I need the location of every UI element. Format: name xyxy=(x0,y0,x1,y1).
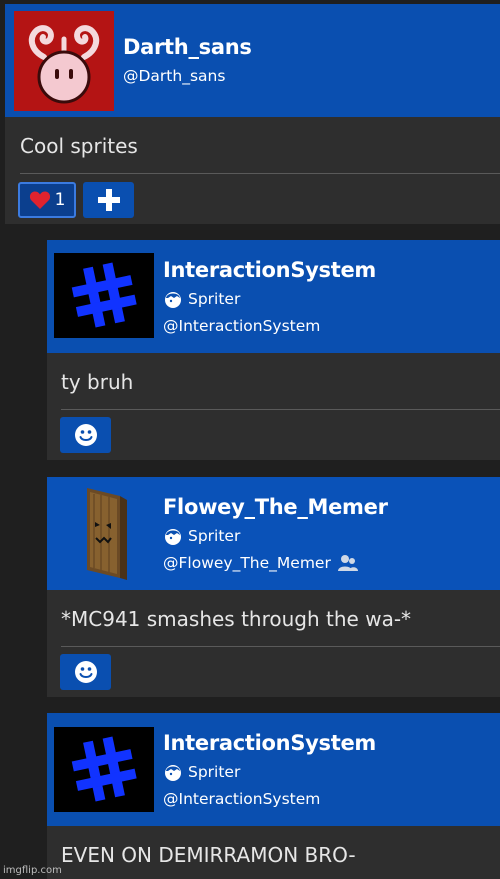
divider xyxy=(20,173,500,174)
post-header: InteractionSystem Spriter @InteractionSy… xyxy=(47,240,500,353)
spriter-rank-icon xyxy=(165,765,181,781)
post-header: InteractionSystem Spriter @InteractionSy… xyxy=(47,713,500,826)
watermark: imgflip.com xyxy=(3,865,62,876)
spriter-rank-icon xyxy=(165,529,181,545)
smiley-icon xyxy=(74,424,97,446)
react-button[interactable] xyxy=(60,654,111,690)
smiley-icon xyxy=(74,661,97,683)
user-rank: Spriter xyxy=(163,289,240,309)
user-follow-icon[interactable] xyxy=(337,554,359,572)
spriter-rank-icon xyxy=(165,292,181,308)
username[interactable]: InteractionSystem xyxy=(163,731,376,755)
user-rank: Spriter xyxy=(163,762,240,782)
user-handle[interactable]: @InteractionSystem xyxy=(163,317,320,335)
post-darth-sans: Darth_sans @Darth_sans Cool sprites 1 xyxy=(5,4,500,224)
react-button[interactable] xyxy=(60,417,111,453)
user-handle[interactable]: @InteractionSystem xyxy=(163,790,320,808)
username[interactable]: Flowey_The_Memer xyxy=(163,495,388,519)
rank-label: Spriter xyxy=(188,763,241,781)
post-header: Flowey_The_Memer Spriter @Flowey_The_Mem… xyxy=(47,477,500,590)
like-button[interactable]: 1 xyxy=(18,182,76,218)
divider xyxy=(61,409,500,410)
rank-label: Spriter xyxy=(188,290,241,308)
avatar[interactable] xyxy=(54,727,154,812)
username[interactable]: Darth_sans xyxy=(123,35,252,59)
heart-icon xyxy=(29,191,50,209)
bunny-avatar-icon xyxy=(28,25,100,104)
post-content: *MC941 smashes through the wa-* xyxy=(61,607,412,631)
add-button[interactable] xyxy=(83,182,134,218)
hash-logo-icon xyxy=(71,736,137,802)
reply-interactionsystem-2: InteractionSystem Spriter @InteractionSy… xyxy=(47,713,500,879)
avatar[interactable] xyxy=(54,482,154,585)
avatar[interactable] xyxy=(14,11,114,111)
post-content: Cool sprites xyxy=(20,134,138,158)
hash-logo-icon xyxy=(71,262,137,328)
like-count: 1 xyxy=(54,190,66,210)
reply-interactionsystem-1: InteractionSystem Spriter @InteractionSy… xyxy=(47,240,500,460)
avatar[interactable] xyxy=(54,253,154,338)
user-handle[interactable]: @Darth_sans xyxy=(123,67,225,85)
post-header: Darth_sans @Darth_sans xyxy=(5,4,500,117)
user-handle-text: @Flowey_The_Memer xyxy=(163,554,331,572)
rank-label: Spriter xyxy=(188,527,241,545)
divider xyxy=(61,646,500,647)
plus-icon xyxy=(97,189,120,211)
user-handle[interactable]: @Flowey_The_Memer xyxy=(163,554,359,572)
post-content: ty bruh xyxy=(61,370,134,394)
username[interactable]: InteractionSystem xyxy=(163,258,376,282)
door-avatar-icon xyxy=(87,488,127,580)
reply-flowey-the-memer: Flowey_The_Memer Spriter @Flowey_The_Mem… xyxy=(47,477,500,697)
post-content: EVEN ON DEMIRRAMON BRO- xyxy=(61,843,356,867)
user-rank: Spriter xyxy=(163,526,240,546)
